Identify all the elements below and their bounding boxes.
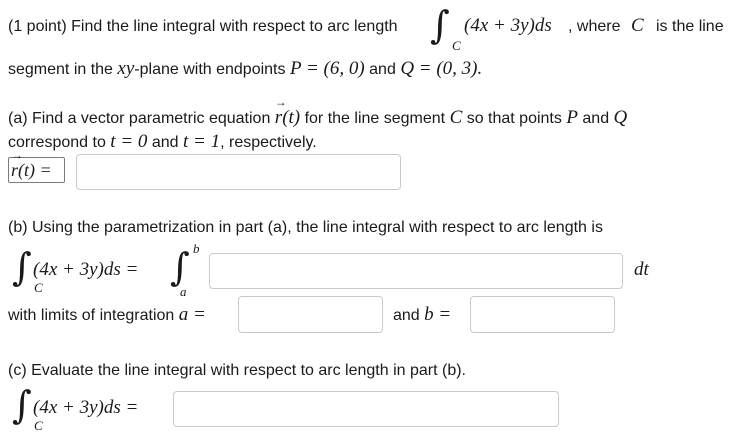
endpoint-q: Q = (0, 3).	[400, 58, 483, 79]
part-a-t0: t = 0	[110, 131, 148, 152]
integral-sign-icon: ∫	[12, 383, 32, 427]
integral-sign-icon: ∫	[430, 3, 450, 47]
part-a-text-2: for the line segment	[304, 110, 446, 127]
r-of-t-label-text: r(t) =	[11, 148, 52, 181]
a-equals: a =	[178, 304, 206, 325]
points-label: (1 point)	[8, 18, 67, 35]
part-a-curve: C	[449, 107, 463, 128]
intro-line2a: segment in the	[8, 61, 113, 78]
part-b-integrand: (4x + 3y)ds =	[33, 259, 139, 280]
intro-line-2: segment in the xy-plane with endpoints P…	[8, 58, 482, 80]
upper-limit: b	[193, 241, 200, 256]
intro-and: and	[369, 61, 396, 78]
part-a-q: Q	[613, 107, 628, 128]
part-a-line-1: (a) Find a vector parametric equation r(…	[8, 95, 628, 129]
r-of-t-input[interactable]	[76, 154, 401, 190]
b-equals: b =	[424, 304, 452, 325]
intro-text-3: is the line	[656, 18, 724, 35]
integral-subscript: C	[34, 418, 43, 433]
part-a-text-3: so that points	[466, 110, 562, 127]
part-a-tail: , respectively.	[220, 134, 317, 151]
limits-text: with limits of integration	[8, 307, 175, 324]
intro-line-1: (1 point) Find the line integral with re…	[8, 18, 398, 36]
intro-line2b: -plane with endpoints	[134, 61, 286, 78]
intro-integrand: (4x + 3y)ds	[464, 15, 552, 36]
intro-curve: C	[631, 15, 644, 36]
dt-label: dt	[634, 259, 649, 280]
part-b-text: (b) Using the parametrization in part (a…	[8, 219, 603, 236]
integral-sign-icon: ∫	[12, 245, 32, 289]
intro-text-2: , where	[568, 18, 621, 35]
r-of-t-label: r(t) =	[8, 148, 65, 183]
integrand-input[interactable]	[209, 253, 623, 289]
integral-subscript: C	[452, 38, 461, 53]
part-a-t1: t = 1	[183, 131, 221, 152]
vector-r-of-t: r(t)	[275, 95, 300, 129]
limits-line: with limits of integration a =	[8, 304, 206, 326]
line-integral-input[interactable]	[173, 391, 559, 427]
lower-limit-input[interactable]	[238, 296, 383, 333]
upper-limit-input[interactable]	[470, 296, 615, 333]
part-a-line-2: correspond to t = 0 and t = 1, respectiv…	[8, 131, 317, 153]
part-c-integrand: (4x + 3y)ds =	[33, 397, 139, 418]
intro-plane: xy	[117, 58, 135, 79]
integral-subscript: C	[34, 280, 43, 295]
part-a-and2: and	[151, 134, 179, 151]
lower-limit: a	[180, 284, 187, 299]
b-line: and b =	[393, 304, 451, 326]
part-a-p: P	[566, 107, 578, 128]
part-c-text: (c) Evaluate the line integral with resp…	[8, 362, 466, 379]
part-a-and: and	[582, 110, 610, 127]
integral-sign-icon: ∫	[170, 245, 190, 289]
intro-text-1: Find the line integral with respect to a…	[71, 18, 398, 35]
endpoint-p: P = (6, 0)	[289, 58, 365, 79]
and-b-text: and	[393, 307, 420, 324]
part-a-text-1: (a) Find a vector parametric equation	[8, 110, 271, 127]
